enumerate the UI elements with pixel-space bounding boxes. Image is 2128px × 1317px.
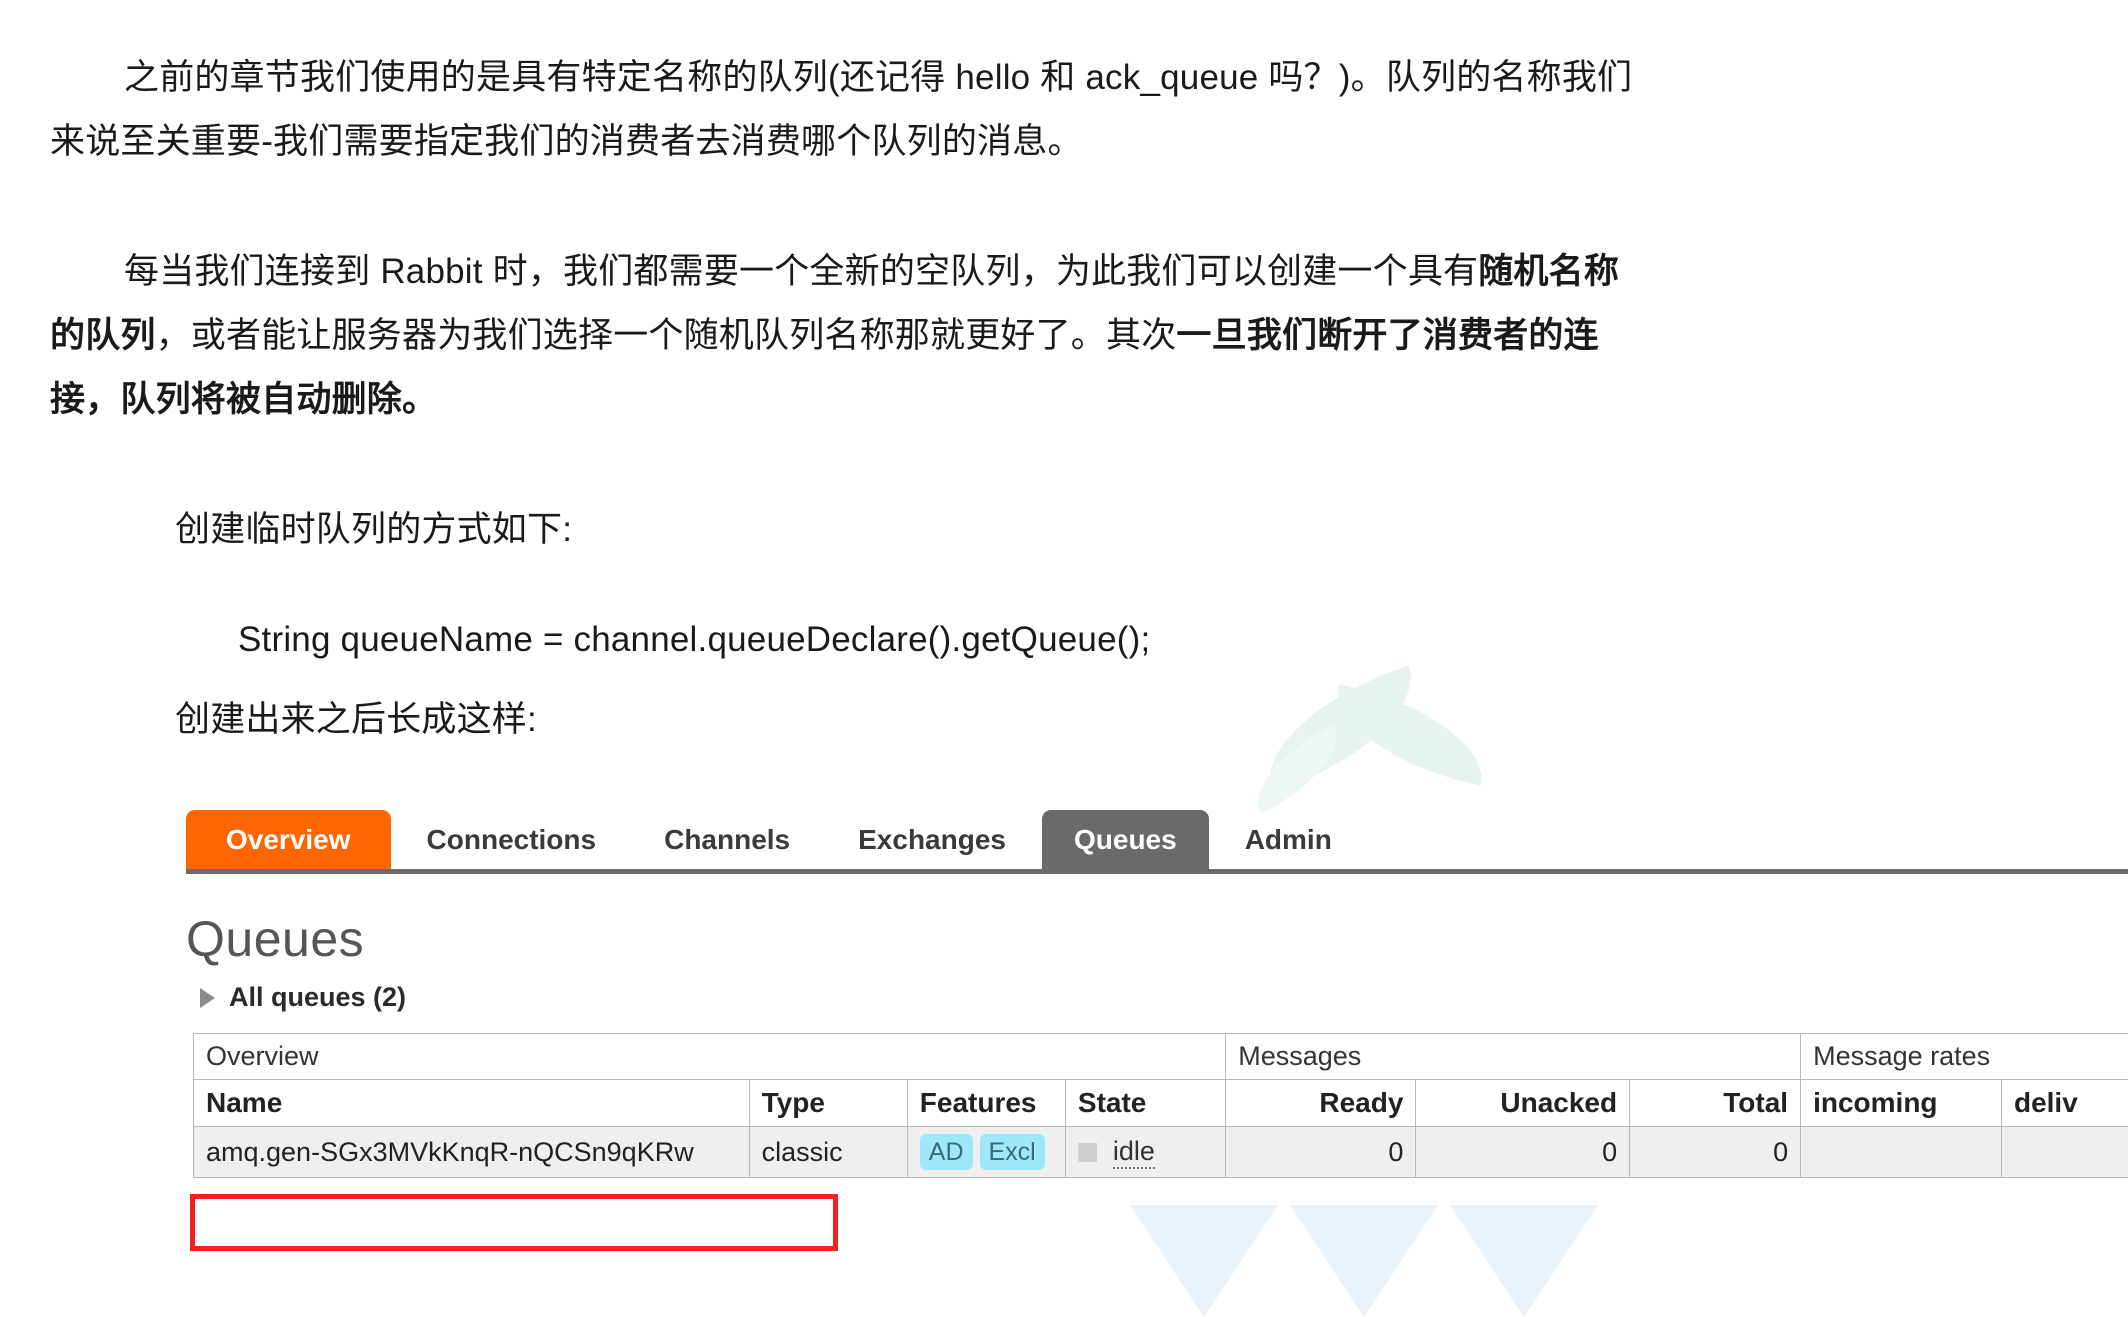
table-group-header-row: Overview Messages Message rates [194,1034,2128,1080]
badge-auto-delete: AD [920,1134,973,1170]
state-indicator-icon [1078,1143,1097,1162]
column-header-total[interactable]: Total [1630,1080,1801,1127]
all-queues-label: All queues (2) [229,982,406,1013]
watermark-leaf-icon [1324,684,1495,786]
paragraph-1-line-1: 之前的章节我们使用的是具有特定名称的队列(还记得 hello 和 ack_que… [124,58,1632,97]
paragraph-2-line-2-bold-lead: 的队列 [50,316,156,355]
watermark-triangle-icon [1130,1205,1278,1317]
paragraph-4: 创建出来之后长成这样: [175,688,537,752]
watermark-triangle-icon [1450,1205,1598,1317]
cell-rate-incoming [1801,1127,2002,1178]
column-header-ready[interactable]: Ready [1226,1080,1416,1127]
column-header-deliver[interactable]: deliv [2001,1080,2128,1127]
tab-exchanges[interactable]: Exchanges [826,810,1038,869]
cell-queue-name[interactable]: amq.gen-SGx3MVkKnqR-nQCSn9qKRw [194,1127,750,1178]
group-header-messages: Messages [1226,1034,1801,1080]
paragraph-2-line-2-normal: ，或者能让服务器为我们选择一个随机队列名称那就更好了。其次 [156,316,1177,355]
table-column-header-row: Name Type Features State Ready Unacked T… [194,1080,2128,1127]
cell-queue-type: classic [749,1127,907,1178]
page-title: Queues [186,910,2128,968]
main-nav-tabs: Overview Connections Channels Exchanges … [186,808,2128,874]
column-header-name[interactable]: Name [194,1080,750,1127]
watermark-leaf-icon [1247,666,1433,793]
rabbitmq-management-screenshot: Overview Connections Channels Exchanges … [0,808,2128,1178]
tab-connections[interactable]: Connections [395,810,629,869]
paragraph-2-line-2-bold-tail: 一旦我们断开了消费者的连 [1176,316,1598,355]
group-header-message-rates: Message rates [1801,1034,2128,1080]
paragraph-2-line-1-normal: 每当我们连接到 Rabbit 时，我们都需要一个全新的空队列，为此我们可以创建一… [124,252,1478,291]
chevron-right-icon [200,988,215,1008]
column-header-incoming[interactable]: incoming [1801,1080,2002,1127]
column-header-type[interactable]: Type [749,1080,907,1127]
paragraph-1-line-2: 来说至关重要-我们需要指定我们的消费者去消费哪个队列的消息。 [50,122,1083,161]
all-queues-disclosure[interactable]: All queues (2) [200,982,2128,1013]
column-header-state[interactable]: State [1065,1080,1225,1127]
watermark-leaf-icon [1240,724,1355,813]
cell-messages-ready: 0 [1226,1127,1416,1178]
column-header-features[interactable]: Features [907,1080,1065,1127]
column-header-unacked[interactable]: Unacked [1416,1080,1630,1127]
cell-messages-total: 0 [1630,1127,1801,1178]
paragraph-3: 创建临时队列的方式如下: [175,498,572,562]
paragraph-2-line-1-bold: 随机名称 [1478,252,1619,291]
cell-queue-state: idle [1065,1127,1225,1178]
paragraph-2: 每当我们连接到 Rabbit 时，我们都需要一个全新的空队列，为此我们可以创建一… [50,240,1619,432]
table-row[interactable]: amq.gen-SGx3MVkKnqR-nQCSn9qKRw classic A… [194,1127,2128,1178]
queues-table-container: Overview Messages Message rates Name Typ… [193,1033,2128,1178]
tab-admin[interactable]: Admin [1213,810,1364,869]
tab-queues[interactable]: Queues [1042,810,1209,869]
state-label: idle [1113,1136,1155,1169]
cell-rate-deliver [2001,1127,2128,1178]
group-header-overview: Overview [194,1034,1226,1080]
paragraph-1: 之前的章节我们使用的是具有特定名称的队列(还记得 hello 和 ack_que… [50,46,1632,174]
badge-exclusive: Excl [980,1134,1045,1170]
cell-queue-features: ADExcl [907,1127,1065,1178]
cell-messages-unacked: 0 [1416,1127,1630,1178]
code-snippet-queue-declare: String queueName = channel.queueDeclare(… [238,608,1150,672]
highlight-annotation-box [190,1194,838,1251]
queues-table: Overview Messages Message rates Name Typ… [193,1033,2128,1178]
tab-channels[interactable]: Channels [632,810,822,869]
paragraph-2-line-3-bold: 接，队列将被自动删除。 [50,380,437,419]
tab-overview[interactable]: Overview [186,810,391,869]
watermark-triangle-icon [1290,1205,1438,1317]
